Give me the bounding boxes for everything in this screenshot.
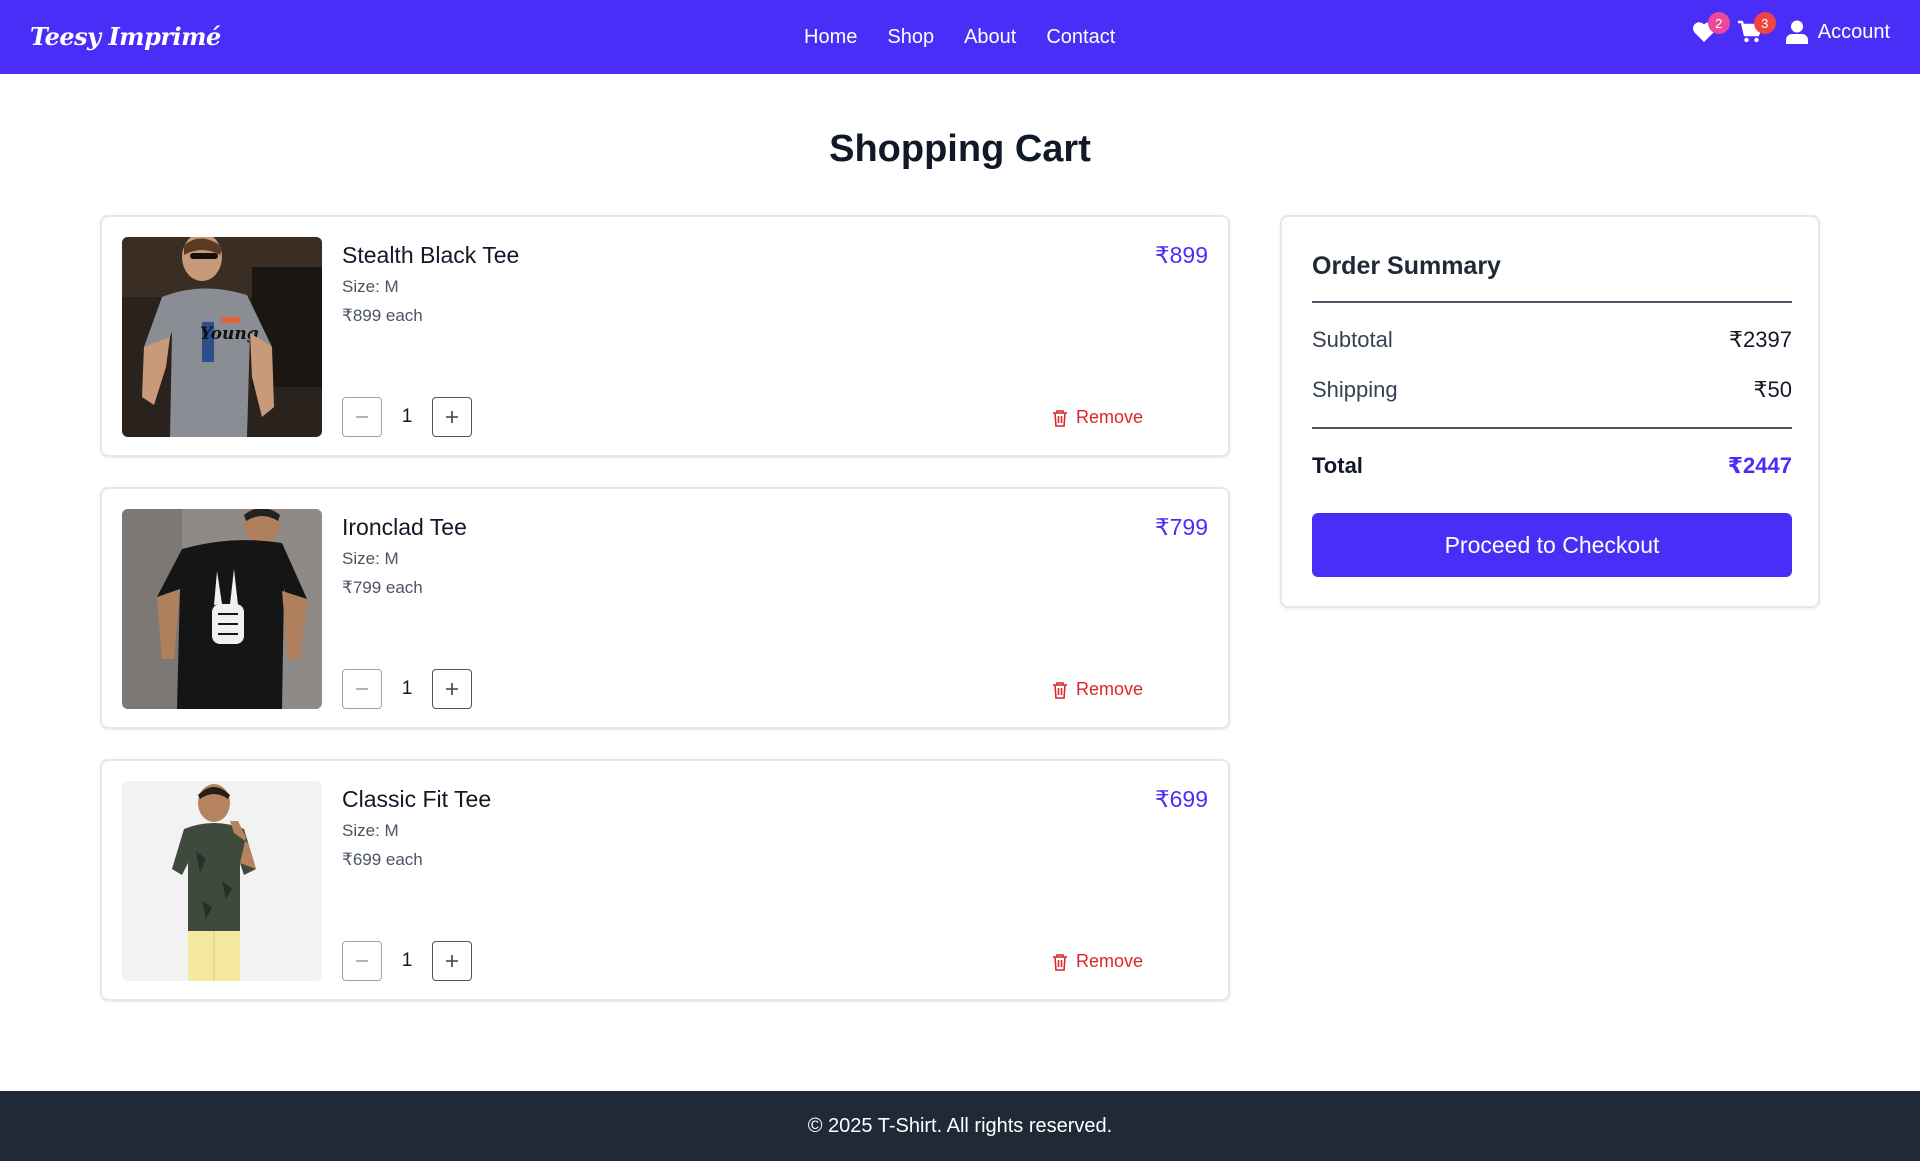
nav-link-shop[interactable]: Shop xyxy=(887,26,934,49)
product-size: Size: M xyxy=(342,821,399,840)
product-size: Size: M xyxy=(342,277,399,296)
cart-item: Ironclad Tee Size: M ₹799 each ₹799 1 Re… xyxy=(100,487,1230,729)
minus-icon xyxy=(356,416,368,418)
trash-icon xyxy=(1053,409,1067,427)
remove-label: Remove xyxy=(1076,679,1144,699)
brand-logo[interactable]: Teesy Imprimé xyxy=(30,22,221,51)
order-summary-title: Order Summary xyxy=(1312,252,1501,280)
product-unit-price: ₹799 each xyxy=(342,578,423,597)
shipping-row: Shipping ₹50 xyxy=(1312,377,1792,403)
increase-quantity-button[interactable] xyxy=(432,941,472,981)
increase-quantity-button[interactable] xyxy=(432,397,472,437)
cart-items-list: Young Stealth Black Tee Size: M ₹899 eac… xyxy=(100,215,1230,1031)
product-image[interactable] xyxy=(122,509,322,709)
quantity-value: 1 xyxy=(401,950,413,971)
product-unit-price: ₹699 each xyxy=(342,850,423,869)
product-line-price: ₹699 xyxy=(1154,786,1208,812)
top-navbar: Teesy Imprimé Home Shop About Contact 2 … xyxy=(0,0,1920,74)
svg-text:Young: Young xyxy=(200,324,259,344)
product-line-price: ₹799 xyxy=(1154,514,1208,540)
plus-icon xyxy=(446,411,458,423)
cart-item: Young Stealth Black Tee Size: M ₹899 eac… xyxy=(100,215,1230,457)
quantity-value: 1 xyxy=(401,406,413,427)
product-image[interactable] xyxy=(122,781,322,981)
order-summary-card: Order Summary Subtotal ₹2397 Shipping ₹5… xyxy=(1280,215,1820,608)
trash-icon xyxy=(1053,953,1067,971)
subtotal-label: Subtotal xyxy=(1312,327,1393,352)
product-name[interactable]: Stealth Black Tee xyxy=(342,242,519,269)
product-size: Size: M xyxy=(342,549,399,568)
page-footer: © 2025 T-Shirt. All rights reserved. xyxy=(0,1091,1920,1161)
summary-divider xyxy=(1312,301,1792,303)
product-image[interactable]: Young xyxy=(122,237,322,437)
remove-item-button[interactable]: Remove xyxy=(1052,951,1143,972)
subtotal-value: ₹2397 xyxy=(1729,327,1792,352)
remove-label: Remove xyxy=(1076,951,1144,971)
proceed-to-checkout-button[interactable]: Proceed to Checkout xyxy=(1312,513,1792,577)
total-value: ₹2447 xyxy=(1727,453,1792,478)
cart-count-badge: 3 xyxy=(1753,12,1776,34)
shipping-label: Shipping xyxy=(1312,377,1398,402)
nav-link-about[interactable]: About xyxy=(964,26,1016,49)
minus-icon xyxy=(356,960,368,962)
shipping-value: ₹50 xyxy=(1753,377,1792,402)
subtotal-row: Subtotal ₹2397 xyxy=(1312,327,1792,353)
summary-divider xyxy=(1312,427,1792,429)
nav-link-contact[interactable]: Contact xyxy=(1046,26,1115,49)
quantity-value: 1 xyxy=(401,678,413,699)
cart-item: Classic Fit Tee Size: M ₹699 each ₹699 1… xyxy=(100,759,1230,1001)
total-label: Total xyxy=(1312,453,1363,478)
increase-quantity-button[interactable] xyxy=(432,669,472,709)
product-name[interactable]: Ironclad Tee xyxy=(342,514,467,541)
user-icon xyxy=(1785,20,1808,44)
product-line-price: ₹899 xyxy=(1154,242,1208,268)
account-menu[interactable]: Account xyxy=(1785,20,1890,44)
plus-icon xyxy=(446,683,458,695)
remove-item-button[interactable]: Remove xyxy=(1052,407,1143,428)
wishlist-count-badge: 2 xyxy=(1707,12,1730,34)
nav-link-home[interactable]: Home xyxy=(804,26,857,49)
plus-icon xyxy=(446,955,458,967)
product-unit-price: ₹899 each xyxy=(342,306,423,325)
remove-label: Remove xyxy=(1076,407,1144,427)
decrease-quantity-button[interactable] xyxy=(342,941,382,981)
minus-icon xyxy=(356,688,368,690)
quantity-stepper: 1 xyxy=(342,669,472,709)
decrease-quantity-button[interactable] xyxy=(342,669,382,709)
cart-button[interactable]: 3 xyxy=(1736,12,1776,46)
wishlist-button[interactable]: 2 xyxy=(1690,12,1730,46)
copyright-text: © 2025 T-Shirt. All rights reserved. xyxy=(807,1114,1113,1137)
remove-item-button[interactable]: Remove xyxy=(1052,679,1143,700)
account-label: Account xyxy=(1817,20,1890,43)
quantity-stepper: 1 xyxy=(342,941,472,981)
page-title: Shopping Cart xyxy=(829,128,1091,170)
trash-icon xyxy=(1053,681,1067,699)
header-actions: 2 3 Account xyxy=(1690,12,1890,46)
product-name[interactable]: Classic Fit Tee xyxy=(342,786,491,813)
total-row: Total ₹2447 xyxy=(1312,453,1792,479)
decrease-quantity-button[interactable] xyxy=(342,397,382,437)
quantity-stepper: 1 xyxy=(342,397,472,437)
main-nav: Home Shop About Contact xyxy=(804,26,1115,49)
